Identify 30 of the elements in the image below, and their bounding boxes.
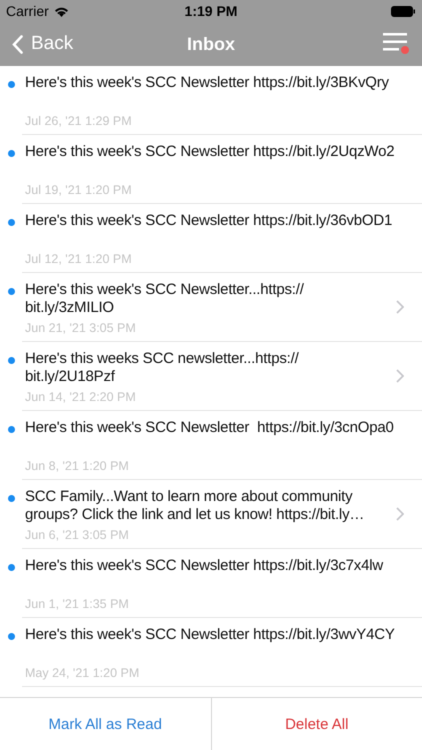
message-date: Jun 8, '21 1:20 PM — [25, 459, 130, 473]
message-text: Here's this week's SCC Newsletter https://bit.ly/36vbOD1 — [25, 212, 394, 230]
message-text: Here's this week's SCC Newsletter...https:// bit.ly/3zMILIO — [25, 281, 305, 317]
message-text: Here's this weeks SCC newsletter...https:// bit.ly/2U18Pzf — [25, 350, 300, 386]
status-time: 1:19 PM — [184, 3, 238, 19]
message-row[interactable]: Here's this week's SCC Newsletter https://bit.ly/36vbOD1 Jul 12, '21 1:20 PM — [22, 204, 422, 273]
message-row[interactable]: Here's this week's SCC Newsletter https://bit.ly/2UqzWo2 Jul 19, '21 1:20 PM — [22, 135, 422, 204]
message-row[interactable]: Here's this week's SCC Newsletter https://bit.ly/3cnOpa0 Jun 8, '21 1:20 PM — [22, 411, 422, 480]
message-date: Jul 19, '21 1:20 PM — [25, 183, 133, 197]
message-text: Here's this week's SCC Newsletter https://bit.ly/3BKvQry — [25, 74, 390, 92]
message-text: SCC Family...Want to learn more about community groups? Click the link and let us know! https://bit.ly… — [25, 488, 366, 524]
message-date: May 24, '21 1:20 PM — [25, 666, 140, 680]
message-date: Jul 26, '21 1:29 PM — [25, 114, 133, 128]
message-row[interactable]: Here's this week's SCC Newsletter https://bit.ly/3c7x4lw Jun 1, '21 1:35 PM — [22, 549, 422, 618]
message-text: Here's this week's SCC Newsletter https://bit.ly/2UqzWo2 — [25, 143, 396, 161]
message-row[interactable]: Here's this week's SCC Newsletter https://bit.ly/3wvY4CY May 24, '21 1:20 PM — [22, 618, 422, 687]
message-row[interactable]: SCC Family...Want to learn more about community groups? Click the link and let us know! https://bit.ly… Jun 6, '21 3:05 PM — [22, 480, 422, 549]
message-row[interactable]: Here's this week's SCC Newsletter https://bit.ly/3BKvQry Jul 26, '21 1:29 PM — [22, 66, 422, 135]
message-row[interactable]: Here's this weeks SCC newsletter...https:// bit.ly/2U18Pzf Jun 14, '21 2:20 PM — [22, 342, 422, 411]
carrier-label: Carrier — [6, 3, 49, 19]
message-date: Jun 14, '21 2:20 PM — [25, 390, 137, 404]
message-date: Jun 1, '21 1:35 PM — [25, 597, 130, 611]
message-text: Here's this week's SCC Newsletter https://bit.ly/3cnOpa0 — [25, 419, 395, 437]
message-row[interactable]: Here's this week's SCC Newsletter...https:// bit.ly/3zMILIO Jun 21, '21 3:05 PM — [22, 273, 422, 342]
message-date: Jun 21, '21 3:05 PM — [25, 321, 137, 335]
message-text: Here's this week's SCC Newsletter https://bit.ly/3c7x4lw — [25, 557, 384, 575]
message-date: Jun 6, '21 3:05 PM — [25, 528, 130, 542]
message-date: Jul 12, '21 1:20 PM — [25, 252, 133, 266]
nav-title: Inbox — [187, 34, 235, 54]
message-text: Here's this week's SCC Newsletter https://bit.ly/3wvY4CY — [25, 626, 396, 644]
